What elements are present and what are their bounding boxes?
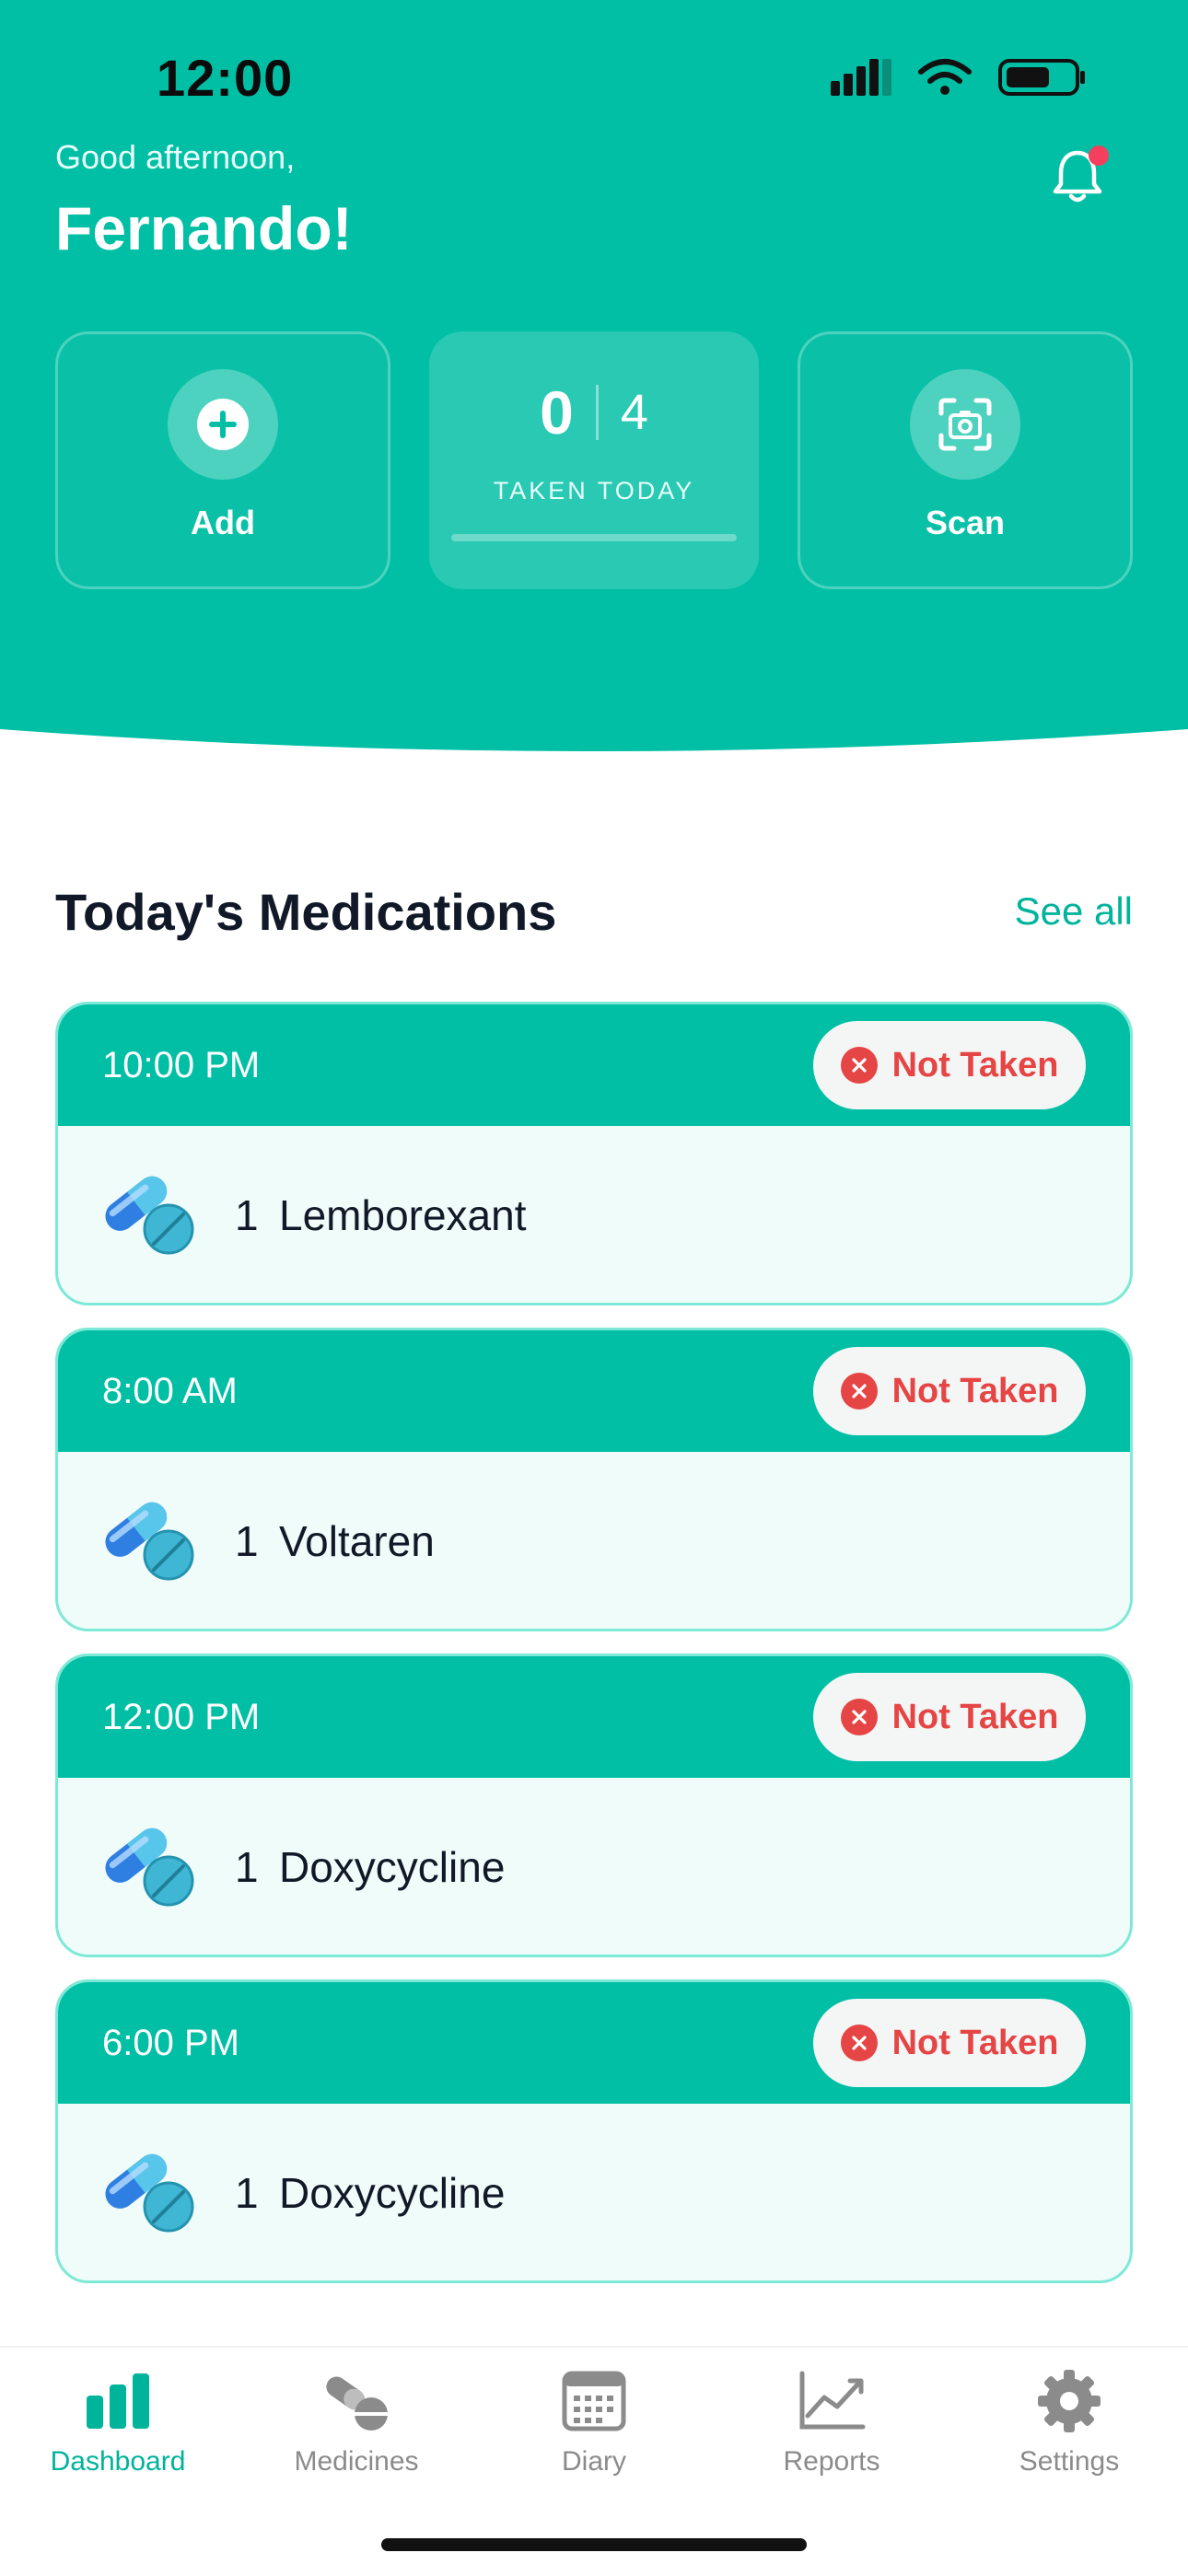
medication-time: 10:00 PM bbox=[102, 1045, 261, 1085]
medication-card-body: 1 Doxycycline bbox=[58, 2104, 1130, 2280]
taken-count: 0 bbox=[540, 378, 574, 447]
status-badge[interactable]: Not Taken bbox=[813, 1021, 1086, 1109]
gear-icon bbox=[1038, 2370, 1101, 2432]
section-title: Today's Medications bbox=[55, 883, 557, 941]
nav-label: Dashboard bbox=[50, 2446, 186, 2477]
taken-progress-bar bbox=[451, 534, 737, 541]
medication-quantity: 1 bbox=[235, 1191, 259, 1239]
medication-card[interactable]: 10:00 PM Not Taken 1 Lemborexant bbox=[55, 1002, 1133, 1305]
calendar-icon bbox=[562, 2371, 626, 2431]
header-curve bbox=[0, 718, 1188, 773]
pills-icon bbox=[326, 2376, 388, 2431]
plus-circle-icon bbox=[197, 399, 249, 450]
see-all-link[interactable]: See all bbox=[1015, 889, 1133, 934]
x-circle-icon bbox=[840, 2025, 878, 2061]
nav-reports[interactable]: Reports bbox=[726, 2368, 938, 2506]
notification-badge bbox=[1089, 145, 1109, 166]
bar-chart-icon bbox=[87, 2373, 149, 2429]
home-indicator bbox=[381, 2538, 807, 2551]
medication-name: Doxycycline bbox=[279, 1843, 506, 1891]
medication-card-header: 12:00 PM Not Taken bbox=[58, 1656, 1130, 1778]
medication-card[interactable]: 8:00 AM Not Taken 1 Voltaren bbox=[55, 1328, 1133, 1631]
nav-medicines[interactable]: Medicines bbox=[250, 2368, 462, 2506]
medication-card-header: 6:00 PM Not Taken bbox=[58, 1982, 1130, 2104]
status-badge[interactable]: Not Taken bbox=[813, 1347, 1086, 1435]
taken-divider bbox=[595, 385, 599, 440]
medication-card-header: 10:00 PM Not Taken bbox=[58, 1004, 1130, 1126]
pills-icon bbox=[105, 1502, 194, 1581]
taken-today-label: TAKEN TODAY bbox=[493, 477, 695, 505]
medication-quantity: 1 bbox=[235, 2169, 259, 2217]
trend-chart-icon bbox=[799, 2371, 866, 2430]
medication-quantity: 1 bbox=[235, 1843, 259, 1891]
add-circle bbox=[168, 369, 278, 480]
cellular-signal-icon bbox=[831, 59, 891, 96]
status-text: Not Taken bbox=[891, 1045, 1059, 1085]
medication-card-body: 1 Doxycycline bbox=[58, 1778, 1130, 1955]
nav-label: Reports bbox=[783, 2446, 880, 2477]
user-name: Fernando! bbox=[55, 194, 353, 262]
scan-label: Scan bbox=[925, 504, 1006, 541]
nav-dashboard[interactable]: Dashboard bbox=[12, 2368, 224, 2506]
nav-diary[interactable]: Diary bbox=[488, 2368, 700, 2506]
medication-card-body: 1 Voltaren bbox=[58, 1452, 1130, 1629]
add-medication-button[interactable]: Add bbox=[55, 331, 390, 589]
status-text: Not Taken bbox=[891, 2023, 1059, 2062]
medication-card[interactable]: 6:00 PM Not Taken 1 Doxycycline bbox=[55, 1979, 1133, 2283]
pills-icon bbox=[105, 1176, 194, 1255]
medication-name: Voltaren bbox=[279, 1517, 435, 1565]
status-icons bbox=[831, 57, 1087, 98]
medication-time: 8:00 AM bbox=[102, 1371, 238, 1411]
medication-time: 6:00 PM bbox=[102, 2023, 239, 2063]
greeting-text: Good afternoon, bbox=[55, 138, 296, 176]
camera-scan-icon bbox=[938, 398, 992, 451]
x-circle-icon bbox=[840, 1373, 878, 1410]
medication-name: Lemborexant bbox=[279, 1191, 527, 1239]
pills-icon bbox=[105, 1828, 194, 1907]
pills-icon bbox=[105, 2153, 194, 2233]
status-text: Not Taken bbox=[891, 1697, 1059, 1736]
total-count: 4 bbox=[620, 385, 648, 440]
battery-icon bbox=[998, 59, 1085, 96]
x-circle-icon bbox=[840, 1699, 878, 1735]
medication-card-body: 1 Lemborexant bbox=[58, 1126, 1130, 1303]
status-badge[interactable]: Not Taken bbox=[813, 1673, 1086, 1761]
scan-button[interactable]: Scan bbox=[798, 331, 1133, 589]
status-text: Not Taken bbox=[891, 1371, 1059, 1410]
medication-time: 12:00 PM bbox=[102, 1697, 261, 1737]
medication-card[interactable]: 12:00 PM Not Taken 1 Doxycycline bbox=[55, 1654, 1133, 1957]
nav-label: Diary bbox=[561, 2446, 626, 2477]
medication-card-header: 8:00 AM Not Taken bbox=[58, 1330, 1130, 1452]
medication-name: Doxycycline bbox=[279, 2169, 506, 2217]
add-label: Add bbox=[191, 504, 255, 541]
nav-label: Medicines bbox=[294, 2446, 419, 2477]
status-badge[interactable]: Not Taken bbox=[813, 1999, 1086, 2087]
x-circle-icon bbox=[840, 1047, 878, 1084]
wifi-icon bbox=[918, 59, 972, 95]
scan-circle bbox=[910, 369, 1020, 480]
nav-settings[interactable]: Settings bbox=[963, 2368, 1175, 2506]
taken-today-card[interactable]: 0 4 TAKEN TODAY bbox=[429, 331, 759, 589]
taken-counter: 0 4 bbox=[429, 377, 759, 447]
status-time: 12:00 bbox=[157, 49, 294, 107]
medication-quantity: 1 bbox=[235, 1517, 259, 1565]
nav-label: Settings bbox=[1019, 2446, 1120, 2477]
